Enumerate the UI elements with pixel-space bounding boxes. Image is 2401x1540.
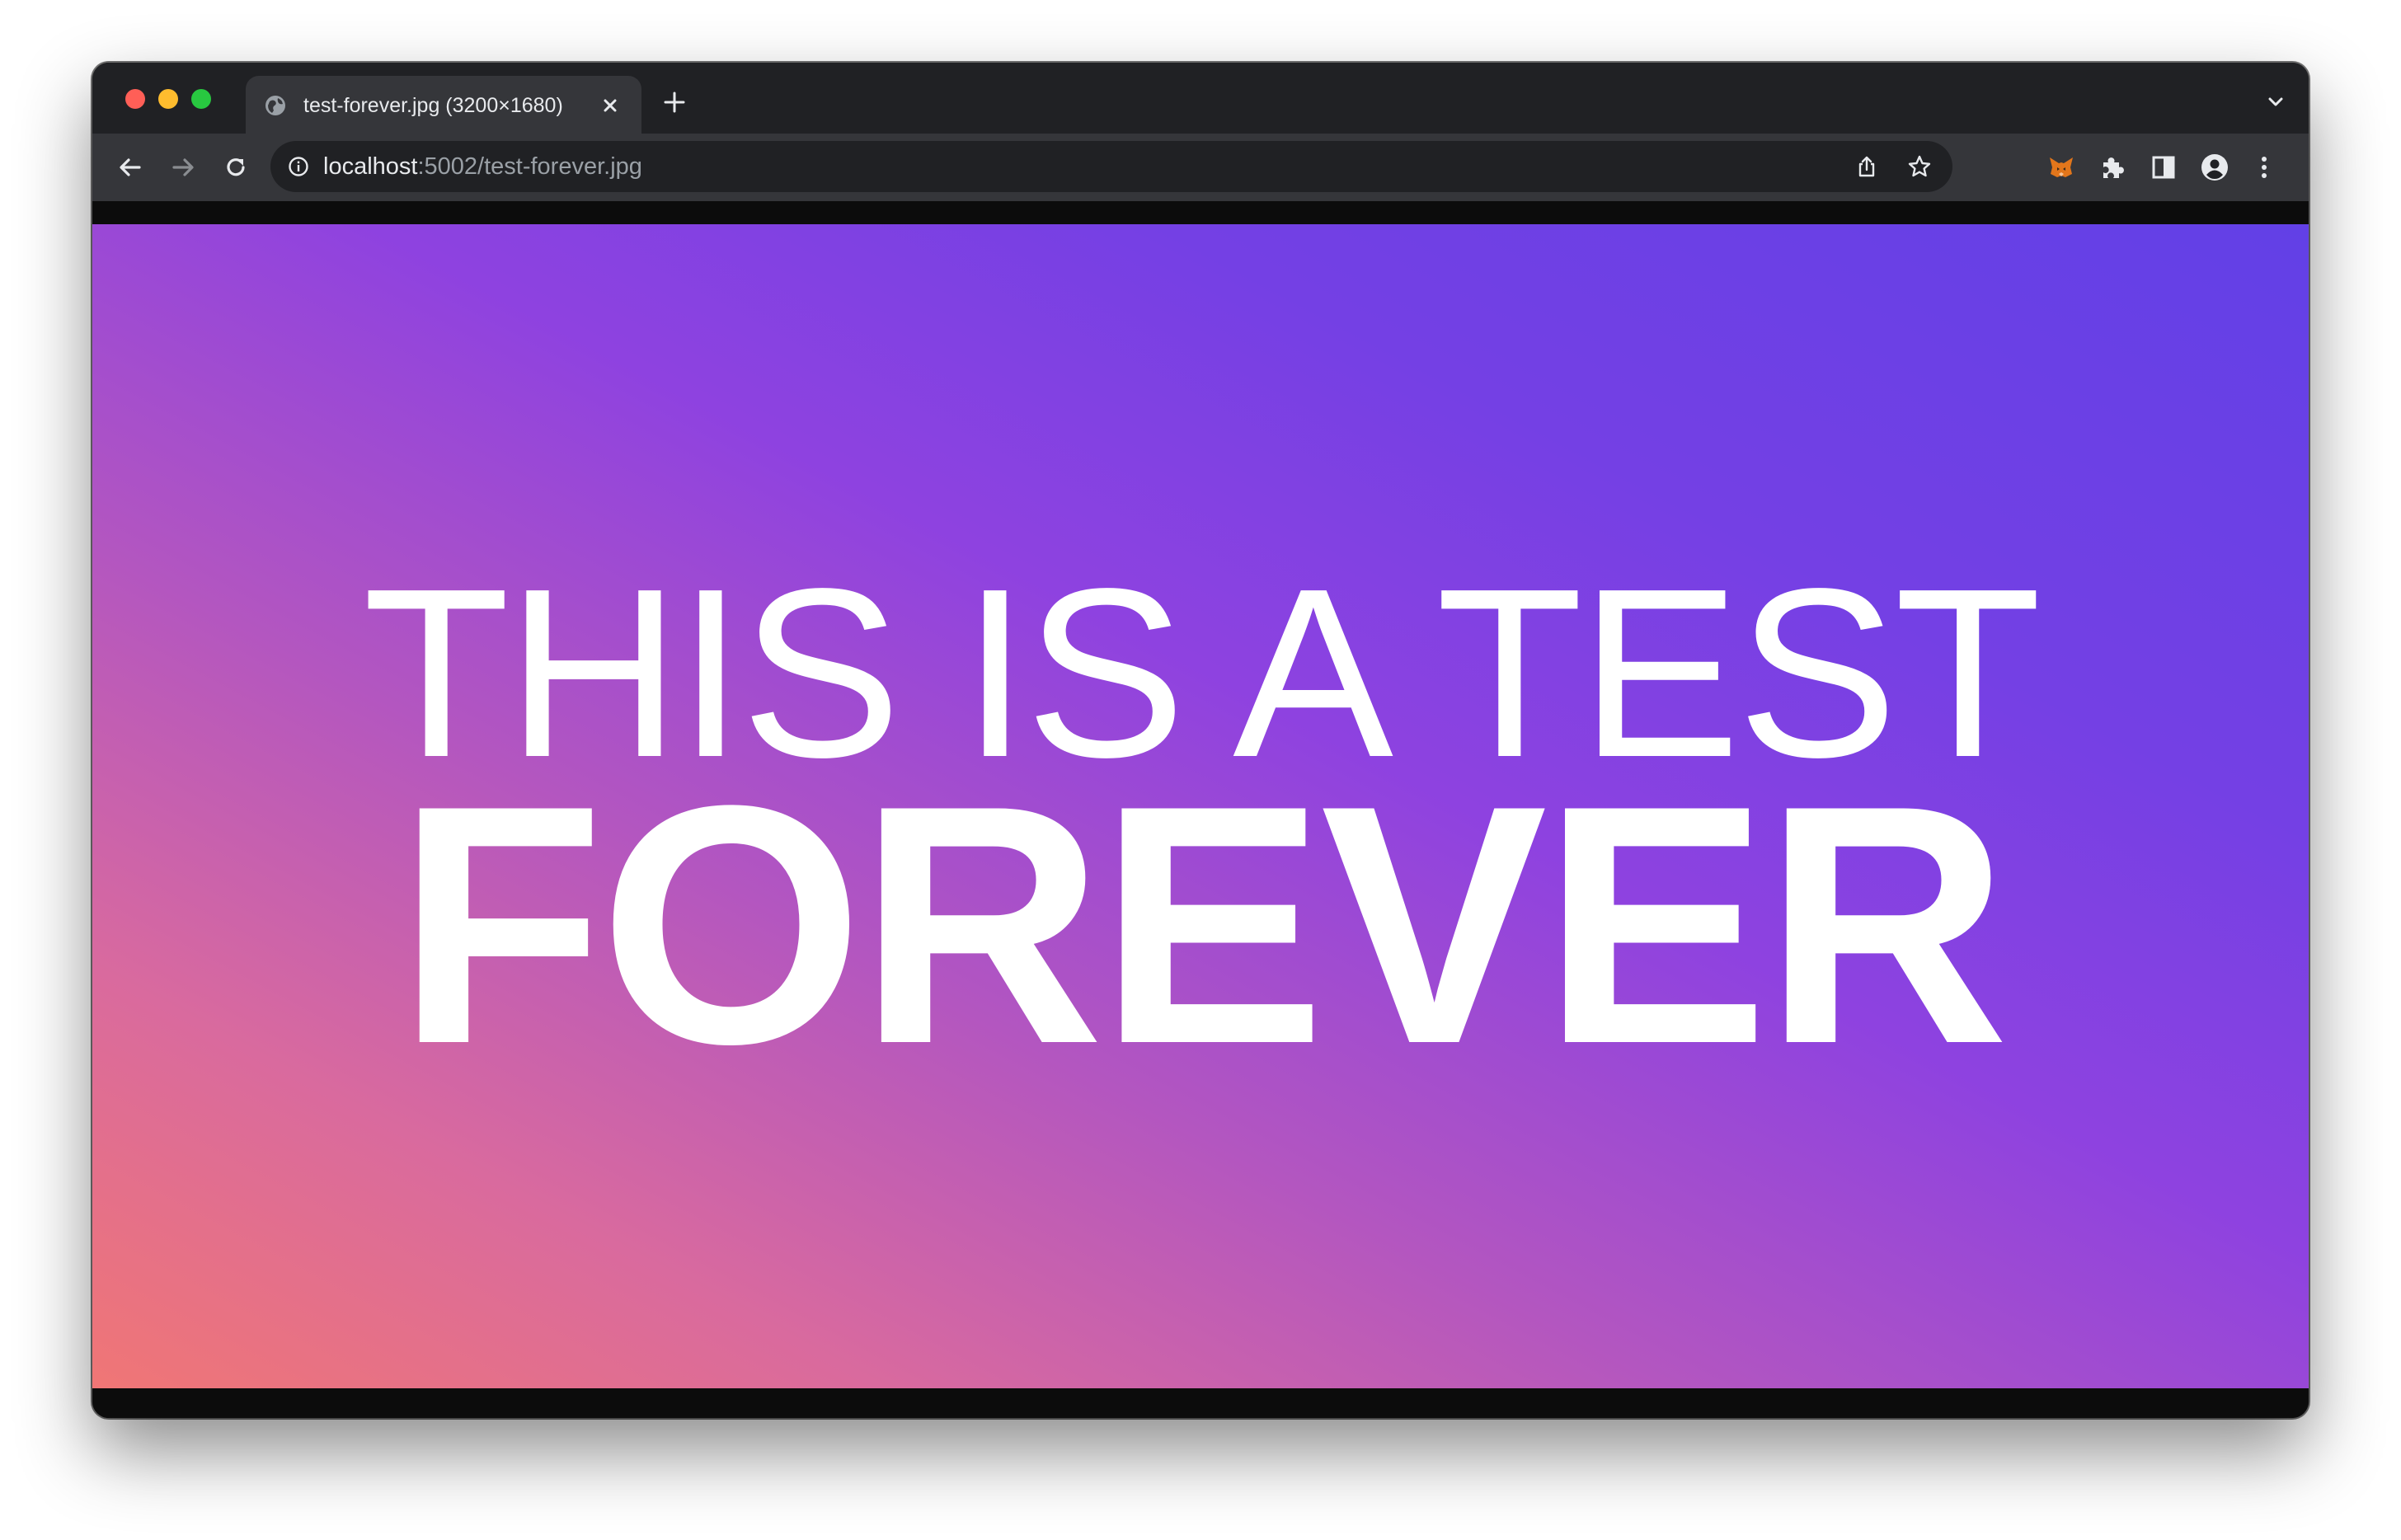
info-icon[interactable]: [287, 155, 310, 178]
displayed-image: THIS IS A TEST FOREVER: [92, 224, 2309, 1388]
plus-icon[interactable]: [661, 89, 688, 115]
browser-window: test-forever.jpg (3200×1680) localhost:5…: [92, 63, 2309, 1418]
window-close-button[interactable]: [125, 89, 145, 109]
url-text: localhost:5002/test-forever.jpg: [323, 153, 642, 181]
tab-strip: test-forever.jpg (3200×1680): [92, 63, 2309, 135]
viewport-letterbox-bottom: [92, 1388, 2309, 1418]
star-icon[interactable]: [1906, 153, 1933, 180]
back-arrow-icon[interactable]: [115, 153, 145, 182]
window-maximize-button[interactable]: [191, 89, 211, 109]
globe-icon: [265, 96, 285, 115]
share-icon[interactable]: [1854, 153, 1880, 180]
kebab-menu-icon[interactable]: [2249, 153, 2279, 182]
image-headline-line2: FOREVER: [397, 735, 2009, 1115]
window-minimize-button[interactable]: [158, 89, 178, 109]
url-host: localhost: [323, 153, 418, 180]
url-path: :5002/test-forever.jpg: [417, 153, 642, 180]
puzzle-icon[interactable]: [2098, 153, 2127, 182]
side-panel-icon[interactable]: [2149, 153, 2178, 182]
reload-icon[interactable]: [221, 153, 251, 182]
profile-icon[interactable]: [2200, 153, 2230, 182]
chevron-down-icon[interactable]: [2266, 92, 2286, 112]
forward-arrow-icon[interactable]: [168, 153, 198, 182]
metamask-fox-icon[interactable]: [2046, 153, 2076, 182]
tab-active[interactable]: test-forever.jpg (3200×1680): [246, 76, 641, 135]
toolbar: localhost:5002/test-forever.jpg: [92, 134, 2309, 201]
tab-title: test-forever.jpg (3200×1680): [303, 94, 563, 117]
close-icon[interactable]: [599, 94, 622, 117]
address-bar[interactable]: localhost:5002/test-forever.jpg: [270, 141, 1952, 192]
